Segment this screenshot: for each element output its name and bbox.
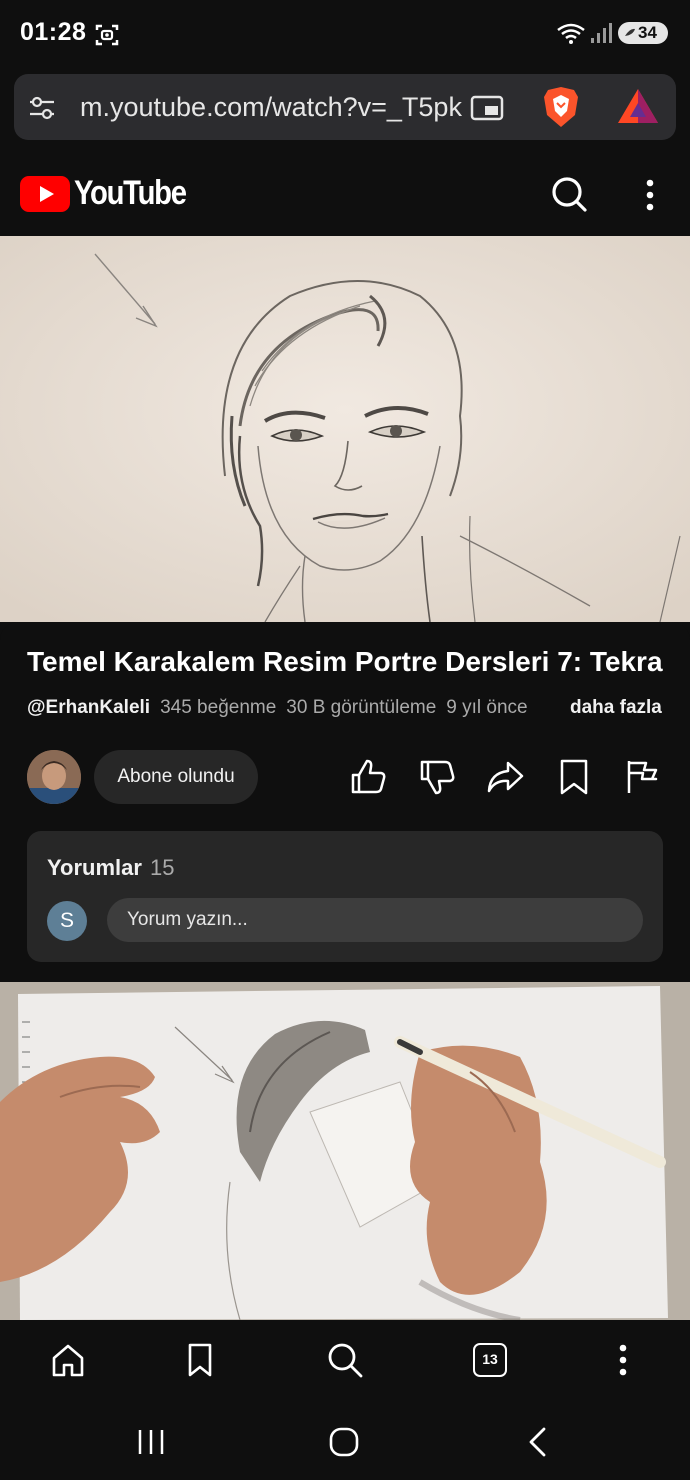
menu-icon[interactable] <box>603 1340 643 1380</box>
comments-title: Yorumlar <box>47 855 142 880</box>
home-icon[interactable] <box>48 1340 88 1380</box>
bookmark-icon[interactable] <box>180 1340 220 1380</box>
channel-handle[interactable]: @ErhanKaleli <box>27 697 150 718</box>
brave-rewards-icon[interactable] <box>616 87 660 125</box>
status-time: 01:28 <box>20 18 87 46</box>
comments-card[interactable]: Yorumlar 15 S Yorum yazın... <box>27 831 663 962</box>
more-vert-icon[interactable] <box>640 178 660 212</box>
view-count: 30 B görüntüleme <box>286 697 437 718</box>
url-text[interactable]: m.youtube.com/watch?v=_T5pk <box>80 92 462 123</box>
save-icon[interactable] <box>554 757 594 797</box>
next-video-frame-drawing-hands <box>0 982 690 1320</box>
search-icon[interactable] <box>550 175 588 213</box>
video-title[interactable]: Temel Karakalem Resim Portre Dersleri 7:… <box>27 646 663 678</box>
screenshot-icon <box>95 24 119 46</box>
more-button[interactable]: daha fazla <box>570 697 662 719</box>
tabs-button[interactable]: 13 <box>473 1343 507 1377</box>
youtube-logo-icon[interactable] <box>20 176 70 212</box>
site-settings-icon[interactable] <box>28 94 56 122</box>
dislike-icon[interactable] <box>417 757 457 797</box>
recents-icon[interactable] <box>136 1428 166 1456</box>
signal-icon <box>591 23 612 43</box>
like-count: 345 beğenme <box>160 697 277 718</box>
subscribe-button[interactable]: Abone olundu <box>94 750 258 804</box>
address-bar[interactable]: m.youtube.com/watch?v=_T5pk <box>14 74 676 140</box>
comment-input[interactable]: Yorum yazın... <box>107 898 643 942</box>
home-button-icon[interactable] <box>328 1426 360 1458</box>
back-icon[interactable] <box>524 1426 550 1458</box>
like-icon[interactable] <box>348 757 388 797</box>
status-bar: 01:28 34 <box>0 0 690 66</box>
youtube-logo-text[interactable]: YouTube <box>74 174 187 213</box>
battery-level: 34 <box>638 23 657 42</box>
upload-age: 9 yıl önce <box>446 697 528 718</box>
brave-shields-icon[interactable] <box>542 85 580 129</box>
comments-count: 15 <box>150 855 175 880</box>
browser-search-icon[interactable] <box>325 1340 365 1380</box>
video-metadata[interactable]: @ErhanKaleli 345 beğenme 30 B görüntüleme 9… <box>27 697 528 719</box>
video-frame-portrait-sketch <box>0 236 690 622</box>
report-icon[interactable] <box>622 757 662 797</box>
video-player[interactable] <box>0 236 690 622</box>
channel-avatar[interactable] <box>27 750 81 804</box>
user-avatar: S <box>47 901 87 941</box>
battery-icon: 34 <box>618 22 668 44</box>
next-video-thumbnail[interactable] <box>0 982 690 1320</box>
wifi-icon <box>557 23 585 44</box>
share-icon[interactable] <box>485 757 525 797</box>
picture-in-picture-icon[interactable] <box>470 94 504 122</box>
